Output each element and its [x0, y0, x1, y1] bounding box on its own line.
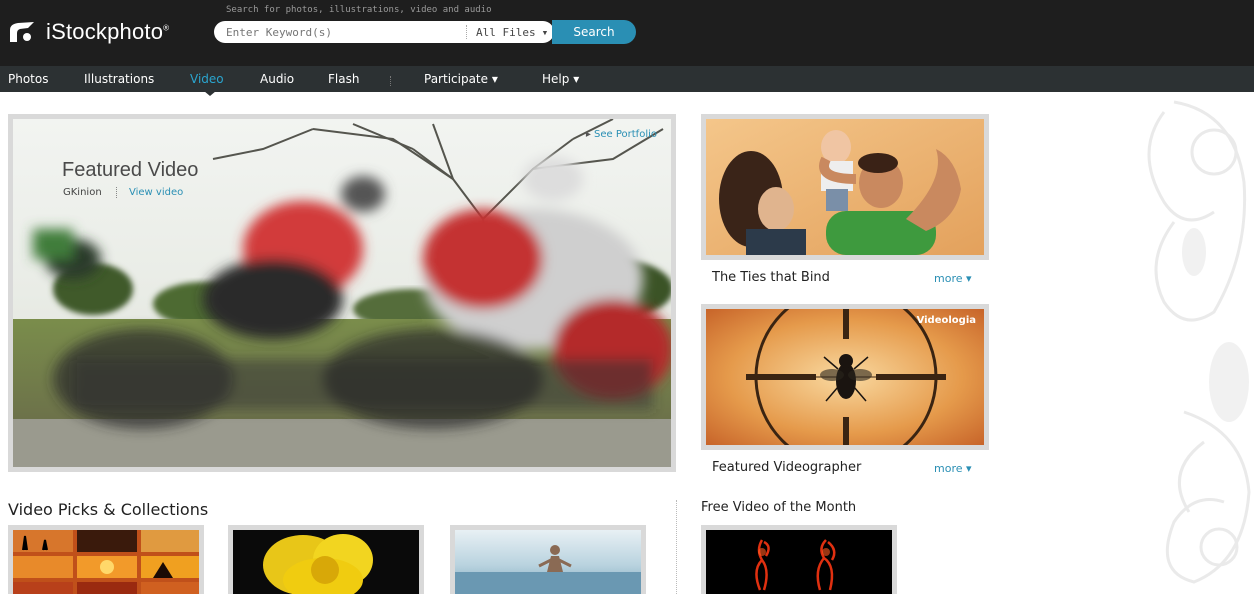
sunset-collage-image: [13, 530, 199, 594]
logo[interactable]: iStockphoto®: [8, 16, 169, 48]
chevron-down-icon: ▾: [541, 25, 549, 39]
main-nav: Photos Illustrations Video Audio Flash P…: [0, 66, 1254, 92]
videographer-caption[interactable]: Featured Videographer: [712, 460, 861, 475]
nav-participate[interactable]: Participate ▾: [424, 72, 498, 86]
nav-video[interactable]: Video: [190, 72, 224, 86]
ties-more-link[interactable]: more ▾: [934, 272, 972, 285]
free-video-thumb[interactable]: [701, 525, 897, 594]
chevron-down-icon: ▾: [573, 72, 580, 86]
nav-photos[interactable]: Photos: [8, 72, 48, 86]
daffodil-image: [233, 530, 419, 594]
nav-divider: [390, 76, 391, 86]
column-divider: [676, 500, 677, 594]
decorative-background: [1014, 92, 1254, 594]
camera-shutter-icon: [10, 22, 34, 42]
family-photo: [706, 119, 984, 255]
nav-illustrations[interactable]: Illustrations: [84, 72, 154, 86]
featured-title: Featured Video: [62, 159, 199, 181]
file-type-label: All Files: [476, 25, 536, 39]
see-portfolio-link[interactable]: ▸ See Portfolio: [586, 129, 657, 140]
ties-caption[interactable]: The Ties that Bind: [712, 270, 830, 285]
search-divider: [466, 25, 467, 39]
chevron-down-icon: ▾: [966, 462, 972, 475]
video-picks-heading: Video Picks & Collections: [8, 500, 209, 519]
pick-thumb-3[interactable]: [450, 525, 646, 594]
pick-thumb-1[interactable]: [8, 525, 204, 594]
videographer-more-link[interactable]: more ▾: [934, 462, 972, 475]
videographer-card-image[interactable]: Videologia: [706, 309, 984, 445]
chevron-down-icon: ▾: [966, 272, 972, 285]
featured-video-image[interactable]: Featured Video GKinion View video ▸ See …: [13, 119, 671, 467]
page: iStockphoto® Search for photos, illustra…: [0, 0, 1254, 594]
ties-card-image[interactable]: [706, 119, 984, 255]
fire-figures-image: [706, 530, 892, 594]
spa-pool-image: [455, 530, 641, 594]
featured-author[interactable]: GKinion: [63, 187, 102, 198]
top-header: iStockphoto® Search for photos, illustra…: [0, 0, 1254, 66]
view-video-link[interactable]: View video: [129, 187, 183, 198]
play-arrow-icon: ▸: [585, 129, 591, 140]
active-tab-indicator: [204, 91, 216, 96]
nav-flash[interactable]: Flash: [328, 72, 359, 86]
logo-text: iStockphoto®: [46, 19, 170, 44]
featured-divider: [116, 187, 117, 198]
search-button[interactable]: Search: [552, 20, 636, 44]
fly-target-image: [706, 309, 984, 445]
nav-audio[interactable]: Audio: [260, 72, 294, 86]
pick-thumb-2[interactable]: [228, 525, 424, 594]
featured-video-frame: Featured Video GKinion View video ▸ See …: [8, 114, 676, 472]
search-hint: Search for photos, illustrations, video …: [226, 5, 492, 15]
free-video-heading: Free Video of the Month: [701, 500, 857, 515]
chevron-down-icon: ▾: [491, 72, 498, 86]
ornament-pattern: [1147, 100, 1251, 584]
videographer-card-frame: Videologia: [701, 304, 989, 450]
ties-card-frame: [701, 114, 989, 260]
videologia-badge: Videologia: [916, 315, 976, 326]
nav-help[interactable]: Help ▾: [542, 72, 579, 86]
file-type-select[interactable]: All Files ▾: [476, 24, 548, 40]
